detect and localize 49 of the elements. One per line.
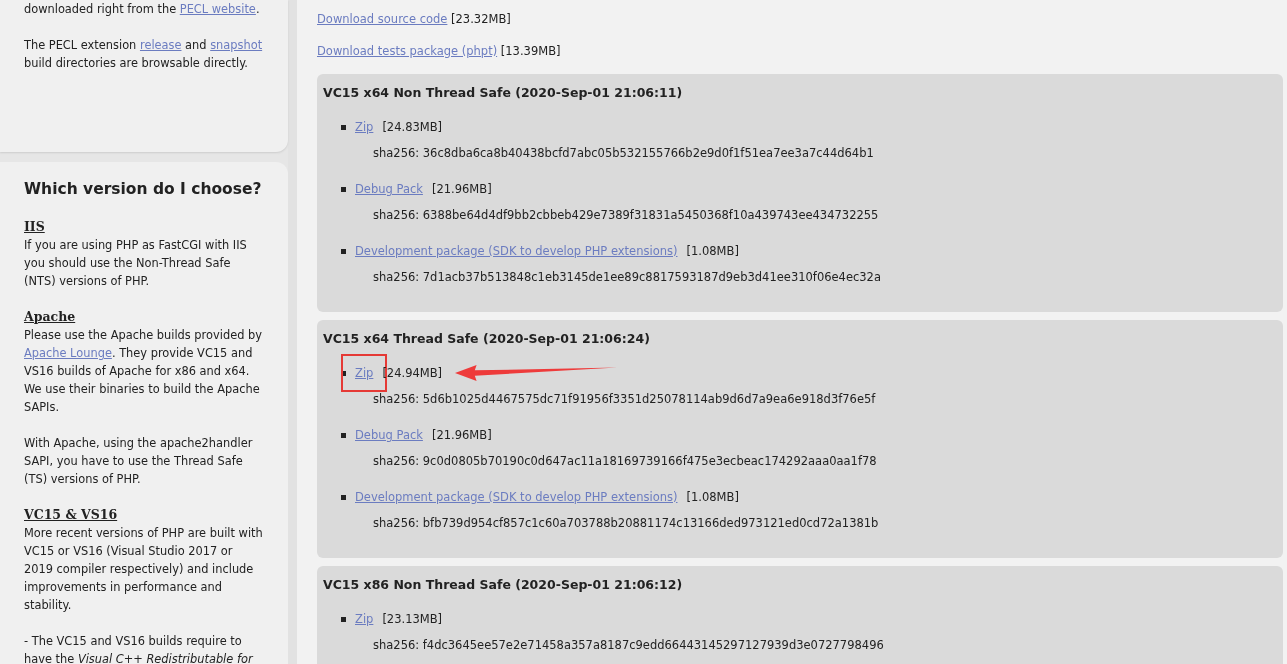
- hash-text: sha256: f4dc3645ee57e2e71458a357a8187c9edd66443145297127939d3e0727798496: [373, 637, 885, 654]
- text-link[interactable]: snapshot: [210, 38, 263, 52]
- sidebar-paragraph: - The VC15 and VS16 builds require to have the Visual C++ Redistributable for: [24, 633, 255, 664]
- section-heading: Apache: [24, 308, 77, 326]
- file-size: [21.96MB]: [431, 427, 492, 444]
- download-link[interactable]: Zip: [355, 366, 374, 380]
- bullet-icon: [341, 370, 346, 376]
- download-link[interactable]: Development package (SDK to develop PHP extensions): [355, 488, 678, 506]
- build-title: VC15 x64 Non Thread Safe (2020-Sep-01 21:06:11): [323, 84, 684, 102]
- download-link[interactable]: Debug Pack: [355, 180, 423, 198]
- file-size: [23.13MB]: [382, 611, 443, 628]
- file-size: [1.08MB]: [686, 243, 739, 260]
- section-heading: IIS: [24, 218, 46, 236]
- hash-text: sha256: 36c8dba6ca8b40438bcfd7abc05b532155766b2e9d0f1f51ea7ee3a7c44d64b1: [373, 145, 875, 162]
- hash-text: sha256: bfb739d954cf857c1c60a703788b20881174c13166ded973121ed0cd72a1381b: [373, 515, 880, 532]
- sidebar-paragraph: If you are using PHP as FastCGI with IIS you should use the Non-Thread Safe (NTS) versions of PHP.: [24, 237, 248, 290]
- hash-text: sha256: 9c0d0805b70190c0d647ac11a18169739166f475e3ecbeac174292aaa0aa1f78: [373, 453, 878, 470]
- hash-text: sha256: 7d1acb37b513848c1eb3145de1ee89c8817593187d9eb3d41ee310f06e4ec32a: [373, 269, 882, 286]
- sidebar-paragraph: With Apache, using the apache2handler SAPI, you have to use the Thread Safe (TS) versions of PHP.: [24, 435, 254, 488]
- download-link[interactable]: Debug Pack: [355, 426, 423, 444]
- sidebar-paragraph: Please use the Apache builds provided by Apache Lounge. They provide VC15 and VS16 builds of Apache for x86 and x64. We use their binaries to build the Apache SAPIs.: [24, 327, 263, 416]
- bullet-icon: [341, 124, 346, 130]
- sidebar-heading: Which version do I choose?: [24, 179, 263, 200]
- sidebar-paragraph: The PECL extension release and snapshot build directories are browsable directly.: [24, 37, 264, 72]
- section-heading: VC15 & VS16: [24, 506, 119, 524]
- download-link[interactable]: Development package (SDK to develop PHP extensions): [355, 242, 678, 260]
- bullet-icon: [341, 494, 346, 500]
- build-title: VC15 x64 Thread Safe (2020-Sep-01 21:06:24): [323, 330, 651, 348]
- text-link[interactable]: Apache Lounge: [24, 346, 112, 360]
- sidebar-paragraph: downloaded right from the PECL website.: [24, 1, 261, 18]
- text-link[interactable]: PECL website: [179, 2, 256, 16]
- hash-text: sha256: 5d6b1025d4467575dc71f91956f3351d25078114ab9d6d7a9ea6e918d3f76e5f: [373, 391, 877, 408]
- file-size: [24.83MB]: [382, 119, 443, 136]
- download-link[interactable]: Download tests package (phpt): [317, 44, 498, 58]
- text-link[interactable]: release: [139, 38, 182, 52]
- file-size: [13.39MB]: [499, 44, 561, 58]
- download-link[interactable]: Zip: [355, 118, 374, 136]
- download-link[interactable]: Download source code: [317, 12, 448, 26]
- file-size: [23.32MB]: [450, 12, 511, 26]
- bullet-icon: [341, 432, 346, 438]
- bullet-icon: [341, 616, 346, 622]
- sidebar-paragraph: More recent versions of PHP are built with VC15 or VS16 (Visual Studio 2017 or 2019 compiler respectively) and include improvements in performance and stability.: [24, 525, 264, 614]
- build-title: VC15 x86 Non Thread Safe (2020-Sep-01 21:06:12): [323, 576, 684, 594]
- file-size: [21.96MB]: [431, 181, 492, 198]
- download-link[interactable]: Zip: [355, 610, 374, 628]
- file-size: [1.08MB]: [686, 489, 739, 506]
- hash-text: sha256: 6388be64d4df9bb2cbbeb429e7389f31831a5450368f10a439743ee434732255: [373, 207, 880, 224]
- bullet-icon: [341, 186, 346, 192]
- bullet-icon: [341, 248, 346, 254]
